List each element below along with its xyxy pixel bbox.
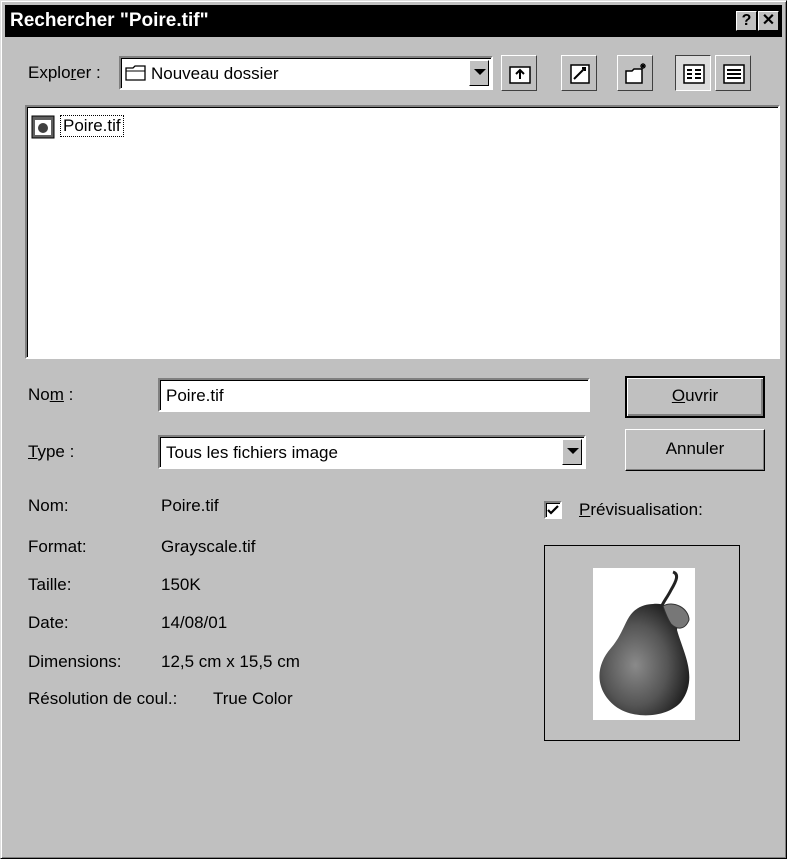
file-type-dropdown-button[interactable] bbox=[562, 439, 582, 465]
info-date-label: Date: bbox=[28, 613, 69, 632]
file-type-value: Tous les fichiers image bbox=[166, 443, 338, 462]
explorer-label: Explorer : bbox=[28, 63, 101, 82]
explorer-folder-value: Nouveau dossier bbox=[151, 64, 279, 83]
preview-checkbox[interactable] bbox=[544, 501, 562, 519]
info-format-value: Grayscale.tif bbox=[161, 537, 256, 556]
tif-file-icon bbox=[31, 115, 57, 144]
preview-image bbox=[593, 568, 695, 720]
explorer-dropdown-button[interactable] bbox=[469, 60, 489, 86]
info-resolution-label: Résolution de coul.: bbox=[28, 689, 178, 708]
up-one-level-button[interactable] bbox=[501, 55, 537, 91]
type-label: Type : bbox=[28, 442, 75, 461]
info-name-label: Nom: bbox=[28, 496, 69, 515]
details-view-icon bbox=[723, 64, 745, 84]
list-view-button[interactable] bbox=[675, 55, 711, 91]
cancel-button[interactable]: Annuler bbox=[625, 429, 765, 471]
close-button[interactable]: ✕ bbox=[758, 11, 779, 31]
info-format-label: Format: bbox=[28, 537, 87, 556]
file-type-select[interactable]: Tous les fichiers image bbox=[158, 435, 586, 469]
details-view-button[interactable] bbox=[715, 55, 751, 91]
info-size-label: Taille: bbox=[28, 575, 72, 594]
name-label: Nom : bbox=[28, 385, 74, 404]
title-bar[interactable]: Rechercher "Poire.tif" ? ✕ bbox=[5, 5, 782, 37]
info-dimensions-value: 12,5 cm x 15,5 cm bbox=[161, 652, 300, 671]
help-button[interactable]: ? bbox=[736, 11, 757, 31]
info-date-value: 14/08/01 bbox=[161, 613, 228, 632]
preview-pane bbox=[544, 545, 740, 741]
window-title: Rechercher "Poire.tif" bbox=[10, 10, 209, 31]
file-name: Poire.tif bbox=[60, 115, 124, 137]
info-dimensions-label: Dimensions: bbox=[28, 652, 122, 671]
info-size-value: 150K bbox=[161, 575, 201, 594]
new-folder-button[interactable] bbox=[617, 55, 653, 91]
help-icon: ? bbox=[741, 12, 752, 29]
explorer-combo[interactable]: Nouveau dossier bbox=[119, 56, 493, 90]
info-resolution-value: True Color bbox=[213, 689, 293, 708]
favorites-button[interactable] bbox=[561, 55, 597, 91]
close-icon: ✕ bbox=[761, 12, 776, 29]
new-folder-icon bbox=[625, 63, 646, 84]
pear-image bbox=[599, 570, 690, 716]
open-button[interactable]: Ouvrir bbox=[625, 376, 765, 418]
file-list[interactable]: Poire.tif bbox=[25, 105, 780, 359]
list-view-icon bbox=[683, 64, 705, 84]
up-folder-icon bbox=[509, 66, 531, 84]
file-name-input-value: Poire.tif bbox=[166, 386, 224, 405]
info-name-value: Poire.tif bbox=[161, 496, 219, 515]
favorites-icon bbox=[570, 64, 590, 84]
open-file-dialog: Rechercher "Poire.tif" ? ✕ Explorer : No… bbox=[0, 0, 787, 859]
preview-label: Prévisualisation: bbox=[579, 500, 703, 519]
checkmark-icon bbox=[547, 505, 559, 515]
file-name-input[interactable]: Poire.tif bbox=[158, 378, 590, 412]
folder-icon bbox=[125, 64, 147, 87]
